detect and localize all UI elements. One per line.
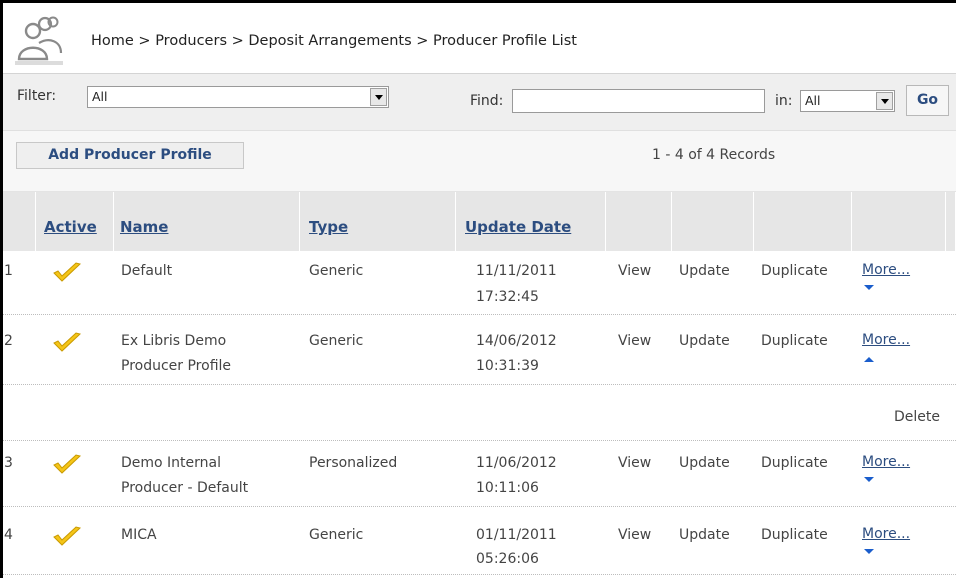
update-date: 01/11/2011 — [476, 527, 557, 543]
profile-type: Generic — [309, 263, 364, 279]
header-cell-end — [946, 192, 956, 251]
sort-update-date-link[interactable]: Update Date — [465, 218, 571, 236]
update-link[interactable]: Update — [679, 524, 730, 546]
filter-label: Filter: — [17, 88, 57, 104]
more-link[interactable]: More... — [862, 332, 910, 348]
view-link[interactable]: View — [618, 330, 651, 352]
profile-name: Default — [121, 263, 173, 279]
row-divider — [3, 440, 956, 441]
update-date: 11/06/2012 — [476, 455, 557, 471]
profile-type: Personalized — [309, 455, 398, 471]
update-link[interactable]: Update — [679, 452, 730, 474]
expand-down-icon[interactable] — [864, 285, 874, 290]
chevron-down-icon[interactable] — [370, 88, 387, 106]
active-check-icon — [53, 332, 82, 352]
header-cell-update — [672, 192, 754, 251]
duplicate-link[interactable]: Duplicate — [761, 524, 828, 546]
row-number: 3 — [4, 455, 13, 471]
more-link[interactable]: More... — [862, 454, 910, 470]
row-divider — [3, 506, 956, 507]
active-check-icon — [53, 262, 82, 282]
row-divider — [3, 574, 956, 575]
update-link[interactable]: Update — [679, 260, 730, 282]
duplicate-link[interactable]: Duplicate — [761, 330, 828, 352]
filter-select[interactable]: All — [87, 86, 389, 108]
update-link[interactable]: Update — [679, 330, 730, 352]
profile-type: Generic — [309, 527, 364, 543]
go-button[interactable]: Go — [906, 85, 949, 116]
view-link[interactable]: View — [618, 524, 651, 546]
breadcrumb-bar: Home > Producers > Deposit Arrangements … — [3, 3, 956, 74]
update-date: 11/11/2011 — [476, 263, 557, 279]
active-check-icon — [53, 526, 82, 546]
sort-type-link[interactable]: Type — [309, 218, 348, 236]
find-in-select[interactable]: All — [800, 90, 895, 112]
row-number: 4 — [4, 527, 13, 543]
row-number: 2 — [4, 333, 13, 349]
header-cell-view — [606, 192, 672, 251]
row-divider — [3, 384, 956, 385]
profile-name-line2: Producer Profile — [121, 358, 232, 374]
profile-name: Ex Libris Demo — [121, 333, 227, 349]
sort-active-link[interactable]: Active — [44, 218, 97, 236]
delete-link[interactable]: Delete — [894, 406, 940, 428]
duplicate-link[interactable]: Duplicate — [761, 260, 828, 282]
chevron-down-icon[interactable] — [876, 92, 893, 110]
duplicate-link[interactable]: Duplicate — [761, 452, 828, 474]
update-time: 10:11:06 — [476, 480, 539, 496]
profile-type: Generic — [309, 333, 364, 349]
filter-bar: Filter: All Find: in: All Go — [3, 74, 956, 131]
profile-name: MICA — [121, 527, 157, 543]
update-date: 14/06/2012 — [476, 333, 557, 349]
producers-icon — [15, 16, 63, 65]
header-cell-num — [3, 192, 36, 251]
profile-name: Demo Internal — [121, 455, 222, 471]
sort-name-link[interactable]: Name — [120, 218, 168, 236]
expand-down-icon[interactable] — [864, 477, 874, 482]
filter-value: All — [92, 89, 108, 104]
breadcrumb: Home > Producers > Deposit Arrangements … — [91, 33, 577, 49]
row-number: 1 — [4, 263, 13, 279]
find-label: Find: — [470, 93, 504, 109]
more-link[interactable]: More... — [862, 262, 910, 278]
find-input[interactable] — [512, 89, 765, 113]
update-time: 10:31:39 — [476, 358, 539, 374]
header-cell-more — [852, 192, 946, 251]
row-divider — [3, 314, 956, 315]
in-label: in: — [775, 93, 793, 109]
expand-down-icon[interactable] — [864, 549, 874, 554]
header-cell-duplicate — [754, 192, 852, 251]
update-time: 17:32:45 — [476, 289, 539, 305]
records-count: 1 - 4 of 4 Records — [652, 147, 776, 163]
add-producer-profile-button[interactable]: Add Producer Profile — [16, 142, 244, 169]
collapse-up-icon[interactable] — [864, 357, 874, 362]
find-in-value: All — [805, 93, 821, 108]
more-link[interactable]: More... — [862, 526, 910, 542]
profile-name-line2: Producer - Default — [121, 480, 249, 496]
view-link[interactable]: View — [618, 452, 651, 474]
view-link[interactable]: View — [618, 260, 651, 282]
update-time: 05:26:06 — [476, 551, 539, 567]
active-check-icon — [53, 454, 82, 474]
